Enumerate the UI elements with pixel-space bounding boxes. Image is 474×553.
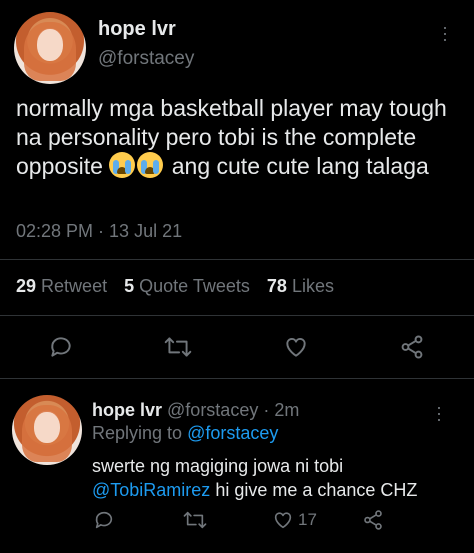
quotes-label: Quote Tweets xyxy=(139,276,250,296)
share-icon[interactable] xyxy=(399,334,425,360)
crying-face-emoji-icon xyxy=(137,152,164,178)
crying-face-emoji-icon xyxy=(109,152,136,178)
tweet-text: normally mga basketball player may tough… xyxy=(16,94,456,181)
reply-display-name[interactable]: hope lvr xyxy=(92,400,162,420)
avatar-face xyxy=(37,29,63,61)
reply-text: swerte ng magiging jowa ni tobi @TobiRam… xyxy=(92,454,462,502)
mention-link[interactable]: @TobiRamirez xyxy=(92,480,210,500)
stats-row: 29 Retweet 5 Quote Tweets 78 Likes xyxy=(16,276,334,297)
reply-more-options-icon[interactable]: · · · xyxy=(434,398,444,428)
reply-handle[interactable]: @forstacey xyxy=(167,400,258,420)
reply-like-icon xyxy=(274,512,292,529)
likes-label: Likes xyxy=(291,276,334,296)
quote-tweets-stat[interactable]: 5 Quote Tweets xyxy=(124,276,255,296)
reply-header: hope lvr @forstacey · 2m xyxy=(92,400,299,421)
quotes-count: 5 xyxy=(124,276,135,296)
avatar[interactable] xyxy=(14,12,86,84)
divider xyxy=(0,315,474,316)
divider xyxy=(0,378,474,379)
likes-stat[interactable]: 78 Likes xyxy=(267,276,334,296)
reply-retweet-icon[interactable] xyxy=(182,509,208,531)
retweets-count: 29 xyxy=(16,276,37,296)
reply-text-line1: swerte ng magiging jowa ni tobi xyxy=(92,456,344,476)
retweets-stat[interactable]: 29 Retweet xyxy=(16,276,112,296)
likes-count: 78 xyxy=(266,276,287,296)
reply-reply-icon[interactable] xyxy=(93,509,115,531)
retweets-label: Retweet xyxy=(41,276,108,296)
tweet-text-part2: ang cute cute lang talaga xyxy=(171,153,429,179)
display-name[interactable]: hope lvr xyxy=(98,18,176,41)
avatar-face xyxy=(34,411,60,443)
reply-like-button[interactable]: 17 xyxy=(272,509,317,531)
reply-text-line2: hi give me a chance CHZ xyxy=(215,480,418,500)
more-options-icon[interactable]: · · · xyxy=(440,18,450,48)
timestamp[interactable]: 02:28 PM · 13 Jul 21 xyxy=(16,221,182,242)
reply-share-icon[interactable] xyxy=(362,509,384,531)
replying-to-label: Replying to xyxy=(92,423,183,443)
retweet-icon[interactable] xyxy=(163,334,193,360)
replying-to: Replying to @forstacey xyxy=(92,423,278,444)
replying-to-handle[interactable]: @forstacey xyxy=(187,423,278,443)
reply-avatar[interactable] xyxy=(12,395,82,465)
user-handle[interactable]: @forstacey xyxy=(98,48,194,70)
reply-like-count: 17 xyxy=(298,510,317,529)
divider xyxy=(0,259,474,260)
reply-time: · 2m xyxy=(263,400,300,420)
reply-icon[interactable] xyxy=(48,334,74,360)
like-icon[interactable] xyxy=(283,334,309,360)
